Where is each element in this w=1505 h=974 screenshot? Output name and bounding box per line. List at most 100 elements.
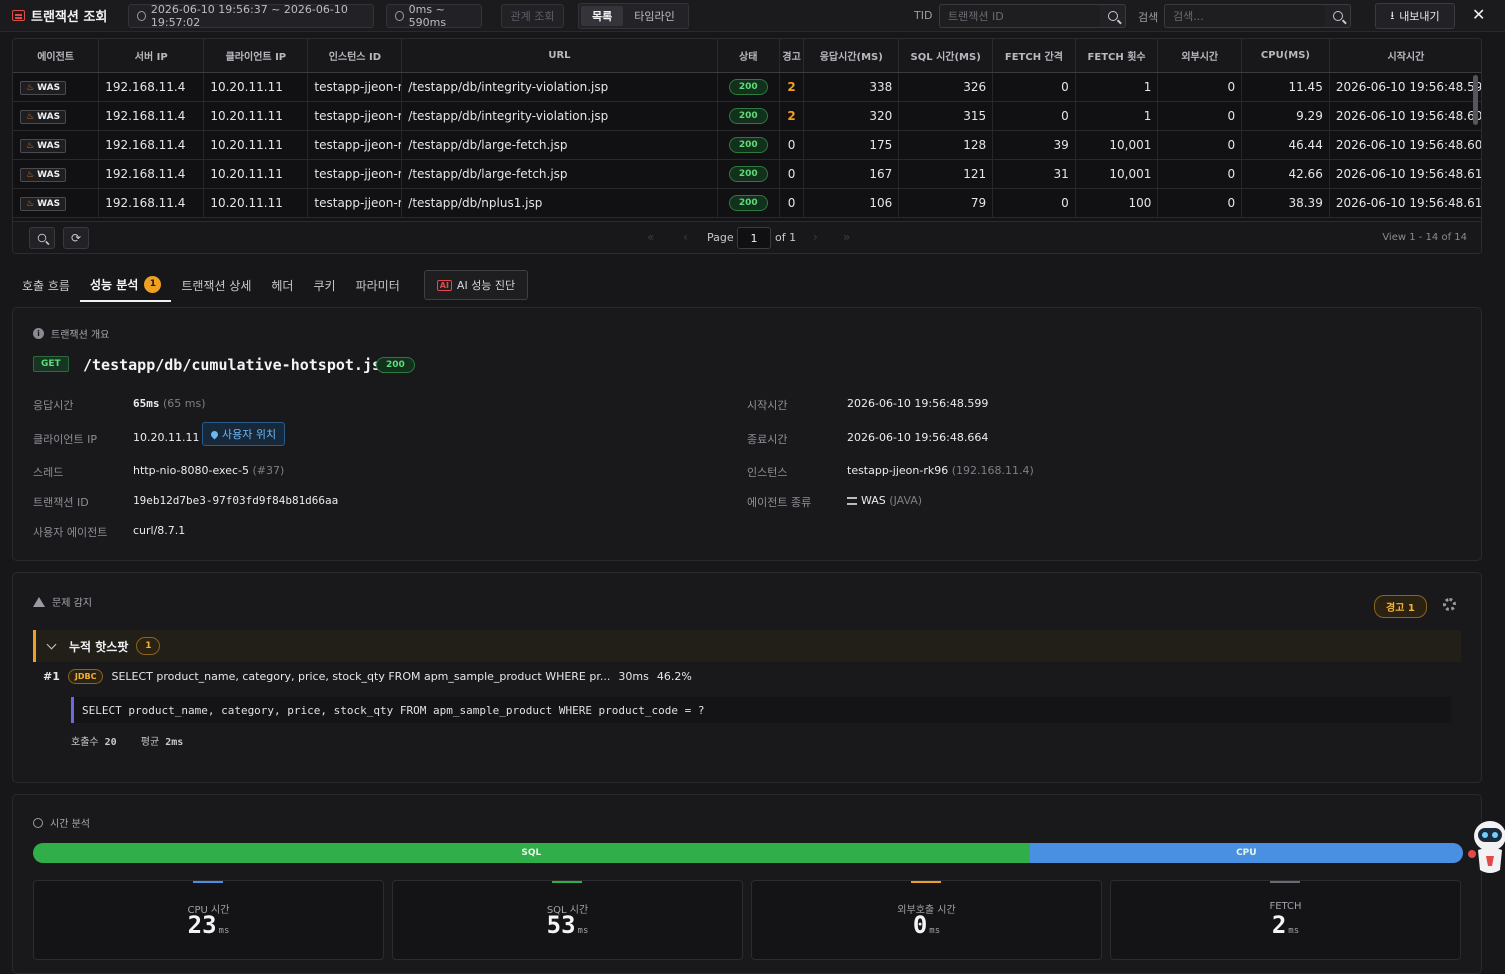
method-badge: GET [33, 356, 69, 372]
agent-label: WAS [37, 82, 61, 93]
duration-filter[interactable]: 0ms ~ 590ms [386, 3, 482, 29]
problems-panel: 문제 감지 경고 1 누적 핫스팟 1 #1 JDBC SELECT produ… [12, 572, 1482, 783]
resp-label: 응답시간 [33, 399, 74, 412]
tab-cookie[interactable]: 쿠키 [303, 268, 345, 302]
cell-instance: testapp-jjeon-rk96 [307, 101, 403, 131]
hotspot-sql-summary: SELECT product_name, category, price, st… [111, 670, 611, 683]
table-row[interactable]: ♨ WAS 192.168.11.4 10.20.11.11 testapp-jjeon… [13, 130, 1481, 160]
next-page-icon[interactable]: › [813, 230, 818, 244]
col-start[interactable]: 시작시간 [1329, 39, 1481, 73]
assistant-robot-icon[interactable] [1466, 816, 1505, 878]
col-resp[interactable]: 응답시간(MS) [803, 39, 900, 73]
col-server-ip[interactable]: 서버 IP [98, 39, 205, 73]
location-pin-icon [209, 429, 220, 439]
cell-fetch-gap: 0 [992, 72, 1076, 102]
metric-card: FETCH 2 ms [1110, 880, 1461, 960]
table-scrollbar[interactable] [1473, 75, 1478, 125]
status-badge: 200 [728, 108, 768, 124]
metric-number: 23 [187, 911, 217, 939]
tab-call-flow-label: 호출 흐름 [22, 278, 70, 293]
tab-header[interactable]: 헤더 [261, 268, 303, 302]
metric-value: 2 ms [1111, 911, 1460, 939]
refresh-button[interactable]: ⟳ [63, 227, 89, 249]
clock-icon [137, 11, 146, 21]
col-sql[interactable]: SQL 시간(MS) [898, 39, 994, 73]
export-label: 내보내기 [1399, 10, 1440, 23]
grid-search-button[interactable] [29, 227, 55, 249]
col-url[interactable]: URL [401, 39, 718, 73]
java-icon: ♨ [26, 140, 35, 151]
close-icon[interactable]: ✕ [1472, 5, 1485, 24]
col-instance[interactable]: 인스턴스 ID [307, 39, 403, 73]
time-bar-segment-sql[interactable]: SQL [33, 843, 1030, 863]
cell-status: 200 [717, 130, 780, 160]
first-page-icon[interactable]: « [647, 230, 654, 244]
app-title-text: 트랜잭션 조회 [31, 10, 108, 25]
table-row[interactable]: ♨ WAS 192.168.11.4 10.20.11.11 testapp-jjeon… [13, 101, 1481, 131]
tid-input[interactable]: 트랜잭션 ID [939, 4, 1101, 28]
prev-page-icon[interactable]: ‹ [683, 230, 688, 244]
calls-label: 호출수 [71, 737, 99, 748]
col-status[interactable]: 상태 [717, 39, 780, 73]
cell-fetch-gap: 39 [992, 130, 1076, 160]
java-icon: ♨ [26, 82, 35, 93]
cell-sql: 326 [898, 72, 994, 102]
metric-value: 53 ms [393, 911, 742, 939]
table-row[interactable]: ♨ WAS 192.168.11.4 10.20.11.11 testapp-jjeon… [13, 188, 1481, 218]
last-page-icon[interactable]: » [843, 230, 850, 244]
avg-value: 2ms [165, 737, 184, 748]
col-ext[interactable]: 외부시간 [1157, 39, 1243, 73]
cell-server-ip: 192.168.11.4 [98, 159, 205, 189]
tab-timeline[interactable]: 타임라인 [623, 6, 685, 26]
status-badge: 200 [728, 195, 768, 211]
cell-cpu: 38.39 [1241, 188, 1330, 218]
hotspot-group-header[interactable]: 누적 핫스팟 1 [33, 630, 1461, 662]
tab-tx-detail[interactable]: 트랜잭션 상세 [171, 268, 261, 302]
search-button[interactable] [1325, 4, 1351, 28]
tab-list[interactable]: 목록 [581, 6, 624, 26]
tab-call-flow[interactable]: 호출 흐름 [12, 268, 80, 302]
gear-icon[interactable] [1443, 598, 1456, 611]
user-location-button[interactable]: 사용자 위치 [202, 422, 286, 446]
metric-accent [552, 881, 582, 883]
cell-url: /testapp/db/integrity-violation.jsp [401, 101, 718, 131]
cell-server-ip: 192.168.11.4 [98, 188, 205, 218]
cell-server-ip: 192.168.11.4 [98, 101, 205, 131]
time-bar-segment-cpu[interactable]: CPU [1029, 843, 1463, 863]
tid-search-button[interactable] [1100, 4, 1126, 28]
thread-value-main: http-nio-8080-exec-5 [133, 464, 249, 477]
metric-unit: ms [929, 926, 941, 936]
tid-label: TID [914, 9, 933, 22]
tab-params[interactable]: 파라미터 [346, 268, 410, 302]
export-button[interactable]: ⭳ 내보내기 [1375, 3, 1455, 29]
col-agent[interactable]: 에이전트 [13, 39, 100, 73]
chevron-down-icon [46, 639, 57, 650]
cell-fetch-gap: 0 [992, 188, 1076, 218]
cell-warn: 0 [779, 130, 805, 160]
hotspot-item[interactable]: #1 JDBC SELECT product_name, category, p… [43, 669, 692, 684]
col-client-ip[interactable]: 클라이언트 IP [203, 39, 309, 73]
instance-label: 인스턴스 [747, 466, 788, 479]
cell-server-ip: 192.168.11.4 [98, 72, 205, 102]
table-row[interactable]: ♨ WAS 192.168.11.4 10.20.11.11 testapp-jjeon… [13, 72, 1481, 102]
metric-card: 외부호출 시간 0 ms [751, 880, 1102, 960]
cell-instance: testapp-jjeon-rk96 [307, 130, 403, 160]
col-cpu[interactable]: CPU(MS) [1241, 39, 1330, 73]
overview-url: /testapp/db/cumulative-hotspot.jsp [83, 356, 391, 374]
col-fetch-count[interactable]: FETCH 횟수 [1075, 39, 1159, 73]
related-query-button[interactable]: 관계 조회 [501, 4, 564, 28]
page-input[interactable]: 1 [737, 227, 771, 249]
tab-performance[interactable]: 성능 분석 1 [79, 268, 172, 302]
cell-ext: 0 [1157, 159, 1243, 189]
ai-diagnosis-button[interactable]: AI AI 성능 진단 [423, 270, 529, 300]
cell-ext: 0 [1157, 72, 1243, 102]
col-warn[interactable]: 경고 [779, 39, 805, 73]
search-input[interactable]: 검색... [1164, 4, 1326, 28]
start-time-value: 2026-06-10 19:56:48.599 [847, 397, 989, 410]
warning-icon [33, 596, 45, 607]
thread-value: http-nio-8080-exec-5 (#37) [133, 464, 284, 477]
view-toggle: 목록 타임라인 [578, 3, 689, 29]
col-fetch-gap[interactable]: FETCH 간격 [992, 39, 1076, 73]
time-range-picker[interactable]: 2026-06-10 19:56:37 ~ 2026-06-10 19:57:0… [128, 3, 374, 29]
table-row[interactable]: ♨ WAS 192.168.11.4 10.20.11.11 testapp-jjeon… [13, 159, 1481, 189]
